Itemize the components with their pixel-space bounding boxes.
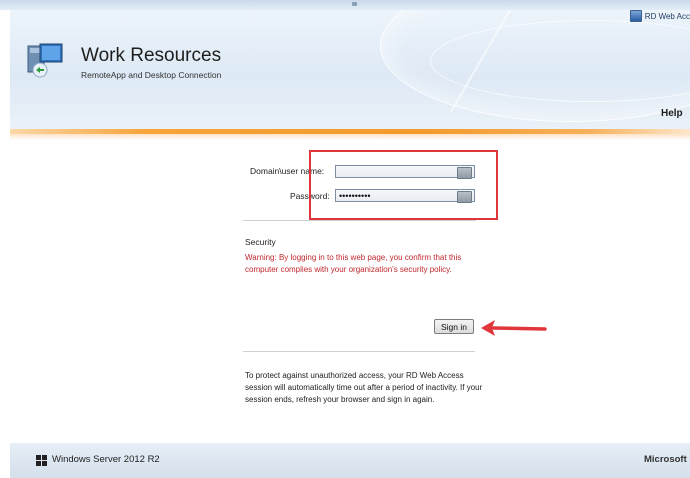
- section-divider: [243, 351, 475, 352]
- credentials-highlight-box: [309, 150, 498, 220]
- security-title: Security: [245, 237, 276, 247]
- page-subtitle: RemoteApp and Desktop Connection: [81, 70, 222, 80]
- page-marker: [352, 2, 357, 6]
- section-divider: [243, 220, 476, 221]
- rd-web-access-icon: [629, 10, 642, 22]
- red-arrow-icon: [481, 320, 547, 336]
- timeout-note: To protect against unauthorized access, …: [245, 371, 483, 404]
- page-title: Work Resources: [81, 45, 222, 66]
- rd-web-access-label: RD Web Acc: [644, 11, 690, 21]
- sign-in-button[interactable]: Sign in: [434, 319, 474, 334]
- footer-bar: Windows Server 2012 R2 Microsoft: [10, 443, 690, 478]
- microsoft-brand: Microsoft: [644, 454, 687, 465]
- orange-divider-fade: [10, 134, 690, 140]
- os-label: Windows Server 2012 R2: [52, 454, 160, 465]
- security-warning: Warning: By logging in to this web page,…: [245, 253, 462, 274]
- rd-web-access-link[interactable]: RD Web Acc: [629, 8, 690, 24]
- remoteapp-computer-icon: [27, 43, 63, 78]
- top-strip: [0, 0, 690, 10]
- windows-logo-icon: [36, 455, 47, 466]
- help-link[interactable]: Help: [661, 108, 683, 119]
